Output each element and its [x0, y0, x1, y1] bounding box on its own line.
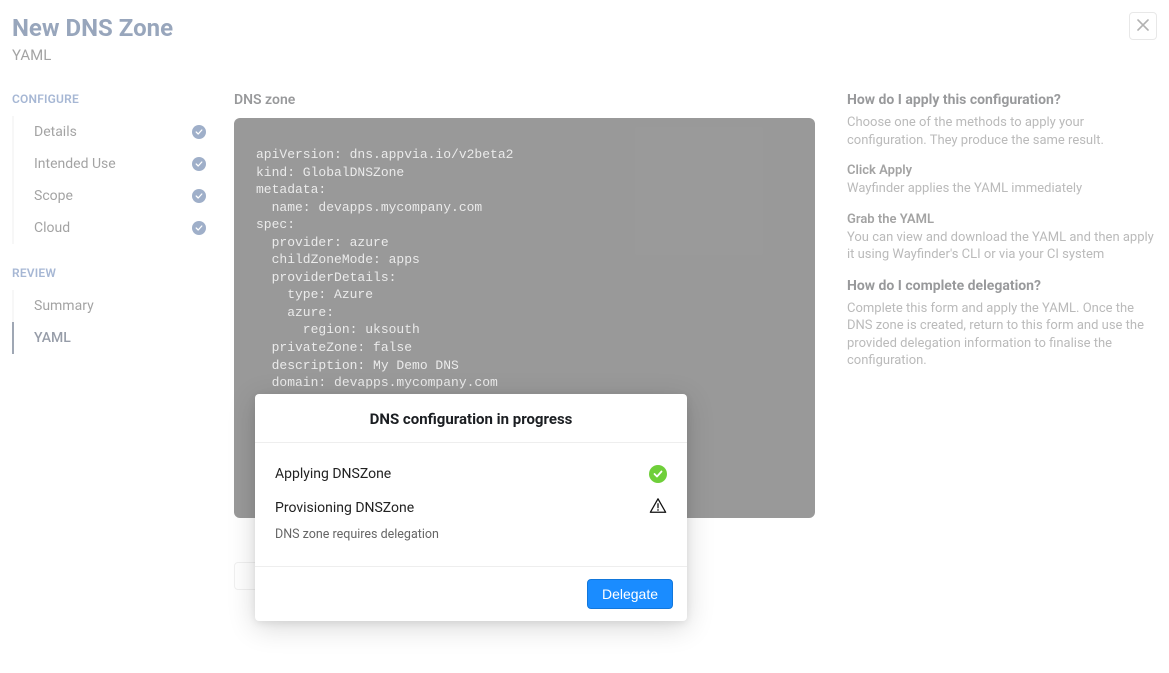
- modal-note: DNS zone requires delegation: [275, 519, 667, 548]
- modal-row-label: Provisioning DNSZone: [275, 500, 414, 516]
- warning-icon: [649, 497, 667, 519]
- modal-row-applying: Applying DNSZone: [275, 451, 667, 483]
- modal-row-provisioning: Provisioning DNSZone: [275, 483, 667, 519]
- delegate-button[interactable]: Delegate: [587, 579, 673, 609]
- success-icon: [649, 465, 667, 483]
- modal-row-label: Applying DNSZone: [275, 466, 391, 482]
- progress-modal: DNS configuration in progress Applying D…: [255, 394, 687, 621]
- modal-title: DNS configuration in progress: [255, 394, 687, 443]
